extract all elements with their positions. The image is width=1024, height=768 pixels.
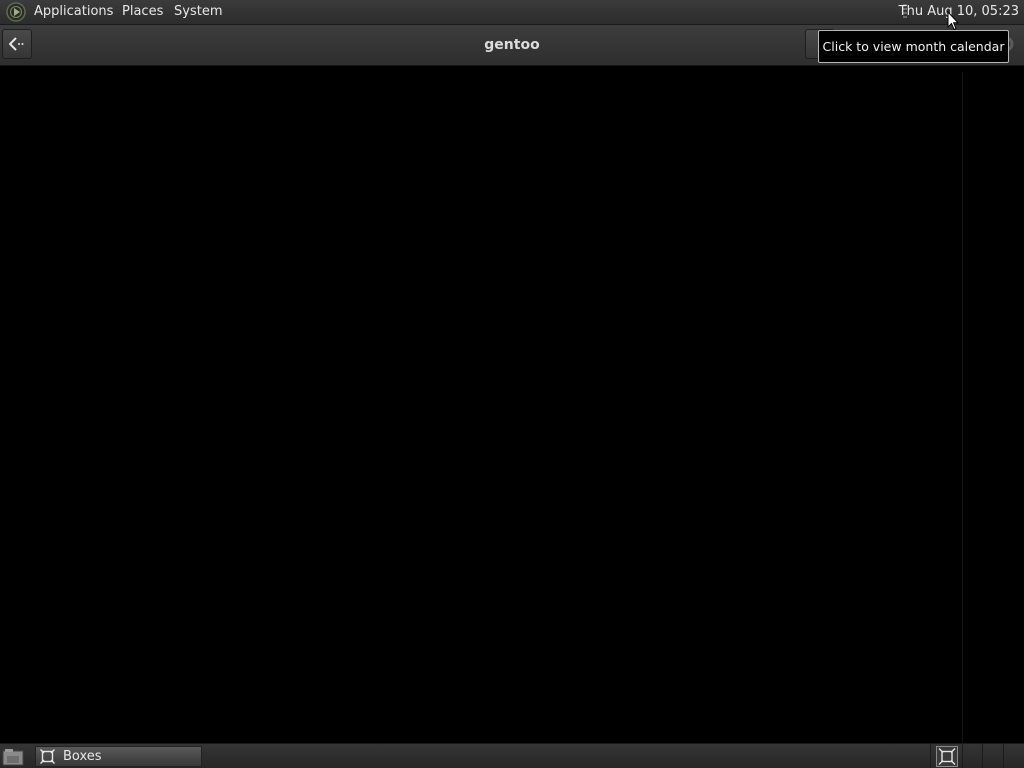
tray-separator xyxy=(962,744,963,768)
menu-system[interactable]: System xyxy=(170,0,226,24)
gnome-logo-icon[interactable] xyxy=(6,2,26,22)
tray-separator xyxy=(930,744,931,768)
menu-places[interactable]: Places xyxy=(118,0,167,24)
vm-display[interactable] xyxy=(0,66,1024,744)
taskbar-button-label: Boxes xyxy=(63,749,102,764)
mouse-pointer-icon xyxy=(947,11,959,31)
top-panel: Applications Places System Thu Aug 10, 0… xyxy=(0,0,1024,25)
content-divider xyxy=(962,72,963,744)
boxes-icon xyxy=(40,749,55,764)
screen: Applications Places System Thu Aug 10, 0… xyxy=(0,0,1024,768)
menu-applications[interactable]: Applications xyxy=(30,0,117,24)
tray-separator xyxy=(1003,744,1004,768)
taskbar-button-boxes[interactable]: Boxes xyxy=(35,746,202,767)
calendar-tooltip: Click to view month calendar xyxy=(818,30,1009,63)
boxes-tray-icon[interactable] xyxy=(936,746,958,767)
show-desktop-icon[interactable] xyxy=(2,747,24,766)
bottom-panel: Boxes xyxy=(0,743,1024,768)
tray-separator xyxy=(982,744,983,768)
